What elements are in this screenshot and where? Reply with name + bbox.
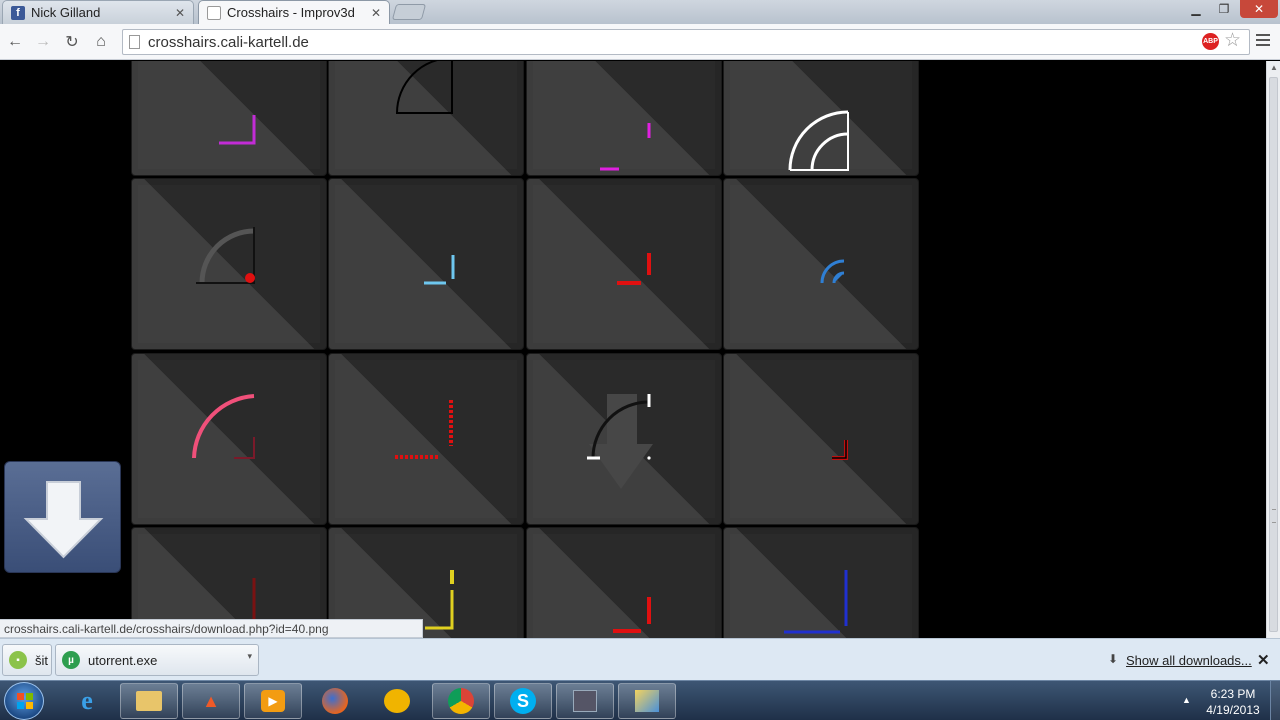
crosshair-tile[interactable] [328,178,524,350]
tab-close-icon[interactable]: ✕ [371,6,381,20]
crosshair-tile[interactable] [328,61,524,176]
crosshair-tile[interactable] [723,353,919,525]
page-icon [207,5,221,20]
bookmark-star-icon[interactable]: ☆ [1224,29,1241,52]
media-icon[interactable] [556,683,614,719]
crosshair-tile[interactable] [131,61,327,176]
skype-icon[interactable]: S [494,683,552,719]
file-explorer-icon[interactable] [120,683,178,719]
dropdown-arrow-icon[interactable]: ▾ [247,651,252,662]
crosshair-tile[interactable] [131,353,327,525]
address-bar[interactable]: crosshairs.cali-kartell.de [122,29,1250,55]
tab-nick-gilland[interactable]: f Nick Gilland ✕ [2,0,194,24]
crosshair-tile[interactable] [526,61,722,176]
download-arrow-icon[interactable] [4,461,121,573]
home-button[interactable]: ⌂ [91,32,111,52]
file-icon: ▪ [9,651,27,669]
crosshair-tile[interactable] [723,527,919,638]
clock-date: 4/19/2013 [1206,703,1260,717]
restore-button[interactable]: ❐ [1211,0,1237,18]
download-item[interactable]: µ utorrent.exe ▾ [55,644,259,676]
tab-label: Nick Gilland [31,5,101,20]
download-label: utorrent.exe [88,652,158,668]
close-window-button[interactable]: ✕ [1240,0,1278,18]
tab-strip: f Nick Gilland ✕ Crosshairs - Improv3d ✕… [0,0,1280,24]
page-viewport [0,61,1266,638]
crosshair-tile[interactable] [526,527,722,638]
facebook-icon: f [11,5,25,20]
show-desktop-button[interactable] [1270,681,1280,720]
crosshair-tile[interactable] [328,353,524,525]
download-item[interactable]: ▪ šit [2,644,52,676]
media-player-icon[interactable]: ▶ [244,683,302,719]
tray-expand-icon[interactable]: ▲ [1182,695,1191,705]
browser-toolbar: ← → ↻ ⌂ crosshairs.cali-kartell.de ABP ☆ [0,24,1280,60]
scroll-grip [1272,509,1276,523]
scroll-up-icon[interactable]: ▲ [1270,63,1278,72]
download-label: šit [35,652,48,668]
chrome-menu-icon[interactable] [1256,34,1270,48]
close-shelf-icon[interactable]: ✕ [1257,651,1270,669]
download-icon: ⬇ [1108,652,1119,666]
utorrent-icon: µ [62,651,80,669]
clock-time: 6:23 PM [1210,687,1256,701]
show-all-downloads-link[interactable]: Show all downloads... [1126,653,1252,668]
tab-label: Crosshairs - Improv3d [227,5,355,20]
scroll-thumb[interactable] [1269,77,1278,632]
url-text: crosshairs.cali-kartell.de [148,34,309,51]
vertical-scrollbar[interactable]: ▲ [1266,61,1280,638]
back-button[interactable]: ← [5,32,25,52]
adblock-icon[interactable]: ABP [1202,33,1219,50]
crosshair-tile[interactable] [131,178,327,350]
system-clock[interactable]: 6:23 PM 4/19/2013 [1198,686,1268,718]
reload-button[interactable]: ↻ [62,32,82,52]
tab-crosshairs[interactable]: Crosshairs - Improv3d ✕ [198,0,390,24]
paint-icon[interactable] [618,683,676,719]
crosshair-tile[interactable] [723,61,919,176]
app-icon[interactable] [368,683,426,719]
download-shelf: ▪ šit µ utorrent.exe ▾ ⬇ Show all downlo… [0,638,1280,680]
app-icon[interactable]: ▲ [182,683,240,719]
crosshair-tile[interactable] [723,178,919,350]
taskbar: e ▲ ▶ S ▲ 6:23 PM 4/19/2013 [0,680,1280,720]
chrome-icon[interactable] [432,683,490,719]
forward-button[interactable]: → [33,32,53,52]
start-button[interactable] [4,682,44,720]
crosshair-tile[interactable] [526,353,722,525]
internet-explorer-icon[interactable]: e [58,683,116,719]
minimize-button[interactable]: ▁ [1183,0,1209,18]
new-tab-button[interactable] [391,4,427,20]
tab-close-icon[interactable]: ✕ [175,6,185,20]
page-icon [129,35,140,49]
crosshair-tile[interactable] [526,178,722,350]
firefox-icon[interactable] [306,683,364,719]
status-url: crosshairs.cali-kartell.de/crosshairs/do… [0,619,423,638]
